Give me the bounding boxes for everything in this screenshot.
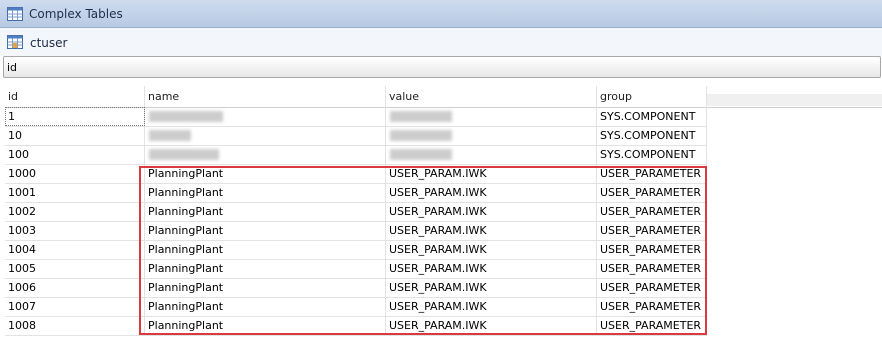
table-name-label: ctuser	[30, 36, 68, 50]
table-row[interactable]: 1000 PlanningPlant USER_PARAM.IWK USER_PARA…	[5, 164, 707, 184]
redacted-text	[149, 130, 191, 141]
window-title: Complex Tables	[29, 7, 123, 21]
table-row[interactable]: 10 SYS.COMPONENT	[5, 126, 707, 146]
table-row[interactable]: 100 SYS.COMPONENT	[5, 145, 707, 165]
grid-header-row: id name value group	[5, 86, 882, 108]
cell-group[interactable]: USER_PARAMETER	[597, 278, 707, 297]
redacted-text	[390, 149, 452, 160]
cell-id[interactable]: 1001	[5, 183, 145, 202]
cell-value[interactable]: USER_PARAM.IWK	[386, 259, 597, 278]
cell-value[interactable]: USER_PARAM.IWK	[386, 202, 597, 221]
cell-value[interactable]	[386, 107, 597, 126]
cell-value[interactable]: USER_PARAM.IWK	[386, 164, 597, 183]
cell-name[interactable]: PlanningPlant	[145, 316, 386, 335]
cell-group[interactable]: USER_PARAMETER	[597, 164, 707, 183]
cell-group[interactable]: USER_PARAMETER	[597, 316, 707, 335]
redacted-text	[149, 149, 219, 160]
table-row[interactable]: 1006 PlanningPlant USER_PARAM.IWK USER_PARA…	[5, 278, 707, 298]
table-header-bar: ctuser	[0, 28, 882, 56]
cell-name[interactable]: PlanningPlant	[145, 278, 386, 297]
cell-id[interactable]: 1004	[5, 240, 145, 259]
cell-id[interactable]: 100	[5, 145, 145, 164]
cell-name[interactable]	[145, 145, 386, 164]
cell-group[interactable]: USER_PARAMETER	[597, 221, 707, 240]
cell-name[interactable]: PlanningPlant	[145, 183, 386, 202]
column-header-value[interactable]: value	[386, 86, 597, 107]
table-row[interactable]: 1001 PlanningPlant USER_PARAM.IWK USER_PARA…	[5, 183, 707, 203]
filter-field[interactable]	[3, 56, 881, 78]
filter-input[interactable]	[7, 59, 867, 75]
cell-name[interactable]: PlanningPlant	[145, 221, 386, 240]
cell-name[interactable]	[145, 126, 386, 145]
table-icon	[7, 35, 23, 52]
column-header-id[interactable]: id	[5, 86, 145, 107]
cell-id[interactable]: 1003	[5, 221, 145, 240]
table-row[interactable]: 1005 PlanningPlant USER_PARAM.IWK USER_PARA…	[5, 259, 707, 279]
redacted-text	[149, 111, 223, 122]
cell-name[interactable]: PlanningPlant	[145, 202, 386, 221]
column-header-group[interactable]: group	[597, 86, 707, 107]
cell-id[interactable]: 1007	[5, 297, 145, 316]
cell-id[interactable]: 1008	[5, 316, 145, 335]
cell-group[interactable]: USER_PARAMETER	[597, 183, 707, 202]
cell-value[interactable]: USER_PARAM.IWK	[386, 240, 597, 259]
cell-name[interactable]: PlanningPlant	[145, 297, 386, 316]
table-row[interactable]: 1007 PlanningPlant USER_PARAM.IWK USER_PARA…	[5, 297, 707, 317]
cell-value[interactable]	[386, 126, 597, 145]
cell-group[interactable]: USER_PARAMETER	[597, 297, 707, 316]
cell-name[interactable]: PlanningPlant	[145, 164, 386, 183]
cell-value[interactable]: USER_PARAM.IWK	[386, 316, 597, 335]
redacted-text	[390, 130, 452, 141]
cell-group[interactable]: SYS.COMPONENT	[597, 145, 707, 164]
cell-id[interactable]: 1000	[5, 164, 145, 183]
cell-group[interactable]: USER_PARAMETER	[597, 240, 707, 259]
cell-id[interactable]: 10	[5, 126, 145, 145]
cell-id[interactable]: 1002	[5, 202, 145, 221]
table-row[interactable]: 1004 PlanningPlant USER_PARAM.IWK USER_PARA…	[5, 240, 707, 260]
table-row[interactable]: 1008 PlanningPlant USER_PARAM.IWK USER_PARA…	[5, 316, 707, 336]
cell-value[interactable]: USER_PARAM.IWK	[386, 183, 597, 202]
cell-name[interactable]: PlanningPlant	[145, 259, 386, 278]
cell-group[interactable]: USER_PARAMETER	[597, 259, 707, 278]
cell-name[interactable]	[145, 107, 386, 126]
table-row[interactable]: 1002 PlanningPlant USER_PARAM.IWK USER_PARA…	[5, 202, 707, 222]
table-row[interactable]: 1003 PlanningPlant USER_PARAM.IWK USER_PARA…	[5, 221, 707, 241]
cell-group[interactable]: SYS.COMPONENT	[597, 126, 707, 145]
cell-value[interactable]: USER_PARAM.IWK	[386, 297, 597, 316]
header-filler	[707, 94, 882, 106]
cell-name[interactable]: PlanningPlant	[145, 240, 386, 259]
cell-group[interactable]: SYS.COMPONENT	[597, 107, 707, 126]
cell-id[interactable]: 1	[5, 107, 145, 126]
cell-group[interactable]: USER_PARAMETER	[597, 202, 707, 221]
cell-id[interactable]: 1005	[5, 259, 145, 278]
cell-value[interactable]	[386, 145, 597, 164]
cell-value[interactable]: USER_PARAM.IWK	[386, 221, 597, 240]
table-row[interactable]: 1 SYS.COMPONENT	[5, 107, 707, 127]
column-header-name[interactable]: name	[145, 86, 386, 107]
window-titlebar: Complex Tables	[0, 0, 882, 28]
redacted-text	[390, 111, 452, 122]
table-icon	[7, 7, 23, 24]
cell-id[interactable]: 1006	[5, 278, 145, 297]
cell-value[interactable]: USER_PARAM.IWK	[386, 278, 597, 297]
